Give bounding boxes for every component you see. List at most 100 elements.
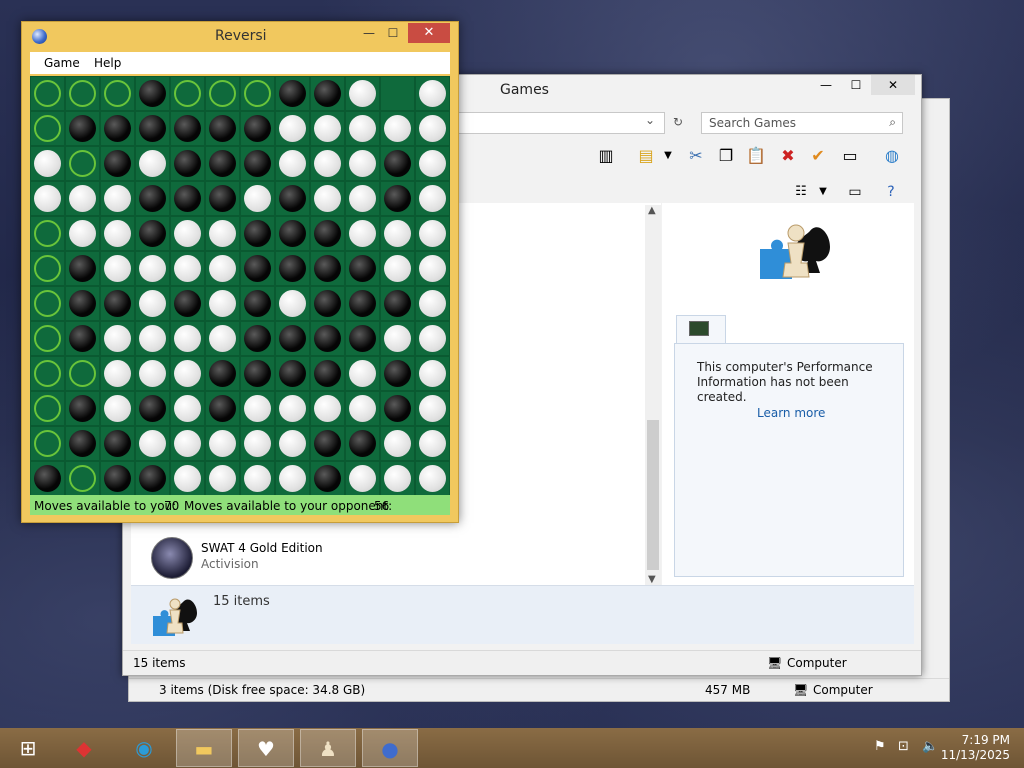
board-cell[interactable]: [205, 391, 240, 426]
board-cell[interactable]: [275, 111, 310, 146]
board-cell[interactable]: [100, 391, 135, 426]
board-cell[interactable]: [205, 76, 240, 111]
board-cell[interactable]: [30, 251, 65, 286]
board-cell[interactable]: [135, 356, 170, 391]
board-cell[interactable]: [30, 426, 65, 461]
scrollbar[interactable]: ▲ ▼: [645, 205, 661, 585]
maximize-button[interactable]: ☐: [843, 75, 869, 95]
board-cell[interactable]: [135, 321, 170, 356]
board-cell[interactable]: [415, 321, 450, 356]
board-cell[interactable]: [135, 286, 170, 321]
board-cell[interactable]: [30, 76, 65, 111]
board-cell[interactable]: [170, 76, 205, 111]
maximize-button[interactable]: ☐: [380, 24, 406, 44]
board-cell[interactable]: [170, 286, 205, 321]
board-cell[interactable]: [135, 426, 170, 461]
board-cell[interactable]: [30, 461, 65, 496]
board-cell[interactable]: [65, 356, 100, 391]
board-cell[interactable]: [380, 461, 415, 496]
board-cell[interactable]: [135, 391, 170, 426]
board-cell[interactable]: [170, 111, 205, 146]
board-cell[interactable]: [65, 181, 100, 216]
search-input[interactable]: Search Games ⌕: [701, 112, 903, 134]
board-cell[interactable]: [380, 111, 415, 146]
board-cell[interactable]: [415, 356, 450, 391]
reversi-taskbar-icon[interactable]: ●: [362, 729, 418, 767]
board-cell[interactable]: [170, 321, 205, 356]
board-cell[interactable]: [65, 391, 100, 426]
board-cell[interactable]: [100, 286, 135, 321]
board-cell[interactable]: [65, 111, 100, 146]
board-cell[interactable]: [415, 111, 450, 146]
board-cell[interactable]: [205, 216, 240, 251]
board-cell[interactable]: [345, 146, 380, 181]
board-cell[interactable]: [100, 111, 135, 146]
chevron-down-icon[interactable]: ⌄: [645, 113, 655, 127]
board-cell[interactable]: [415, 216, 450, 251]
board-cell[interactable]: [205, 426, 240, 461]
board-cell[interactable]: [100, 146, 135, 181]
board-cell[interactable]: [100, 181, 135, 216]
board-cell[interactable]: [240, 356, 275, 391]
start-button[interactable]: ⊞: [0, 729, 56, 767]
board-cell[interactable]: [65, 251, 100, 286]
board-cell[interactable]: [100, 461, 135, 496]
network-icon[interactable]: ⊡: [898, 739, 909, 754]
view-dropdown-icon[interactable]: ▼: [810, 179, 836, 205]
game-board[interactable]: [30, 76, 450, 496]
scroll-thumb[interactable]: [647, 420, 659, 570]
board-cell[interactable]: [240, 321, 275, 356]
board-cell[interactable]: [345, 111, 380, 146]
file-explorer-icon[interactable]: ▬: [176, 729, 232, 767]
board-cell[interactable]: [205, 461, 240, 496]
board-cell[interactable]: [240, 251, 275, 286]
board-cell[interactable]: [100, 251, 135, 286]
board-cell[interactable]: [65, 216, 100, 251]
board-cell[interactable]: [170, 356, 205, 391]
board-cell[interactable]: [345, 426, 380, 461]
check-icon[interactable]: ✔: [805, 143, 831, 169]
board-cell[interactable]: [135, 251, 170, 286]
options-dropdown-icon[interactable]: ▼: [655, 143, 681, 169]
board-cell[interactable]: [310, 356, 345, 391]
heart-game-icon[interactable]: ♥: [238, 729, 294, 767]
board-cell[interactable]: [240, 391, 275, 426]
refresh-icon[interactable]: ↻: [668, 112, 688, 132]
board-cell[interactable]: [275, 426, 310, 461]
board-cell[interactable]: [345, 461, 380, 496]
board-cell[interactable]: [415, 251, 450, 286]
board-cell[interactable]: [380, 146, 415, 181]
browser-icon[interactable]: ◉: [116, 729, 172, 767]
board-cell[interactable]: [275, 321, 310, 356]
board-cell[interactable]: [65, 321, 100, 356]
board-cell[interactable]: [100, 321, 135, 356]
close-button[interactable]: ✕: [408, 23, 450, 43]
board-cell[interactable]: [30, 146, 65, 181]
board-cell[interactable]: [170, 426, 205, 461]
board-cell[interactable]: [65, 286, 100, 321]
board-cell[interactable]: [380, 321, 415, 356]
minimize-button[interactable]: —: [356, 24, 382, 44]
board-cell[interactable]: [135, 76, 170, 111]
board-cell[interactable]: [380, 286, 415, 321]
board-cell[interactable]: [345, 356, 380, 391]
board-cell[interactable]: [240, 181, 275, 216]
close-button[interactable]: ✕: [871, 75, 915, 95]
menu-game[interactable]: Game: [44, 56, 80, 70]
board-cell[interactable]: [170, 251, 205, 286]
paste-icon[interactable]: 📋: [743, 143, 769, 169]
board-cell[interactable]: [310, 461, 345, 496]
app-red-icon[interactable]: ◆: [56, 729, 112, 767]
board-cell[interactable]: [415, 76, 450, 111]
board-cell[interactable]: [310, 146, 345, 181]
board-cell[interactable]: [380, 216, 415, 251]
board-cell[interactable]: [240, 111, 275, 146]
board-cell[interactable]: [345, 181, 380, 216]
board-cell[interactable]: [100, 76, 135, 111]
board-cell[interactable]: [415, 286, 450, 321]
board-cell[interactable]: [240, 216, 275, 251]
board-cell[interactable]: [310, 181, 345, 216]
board-cell[interactable]: [240, 461, 275, 496]
pane-toggle-icon[interactable]: ▭: [842, 179, 868, 205]
board-cell[interactable]: [275, 181, 310, 216]
